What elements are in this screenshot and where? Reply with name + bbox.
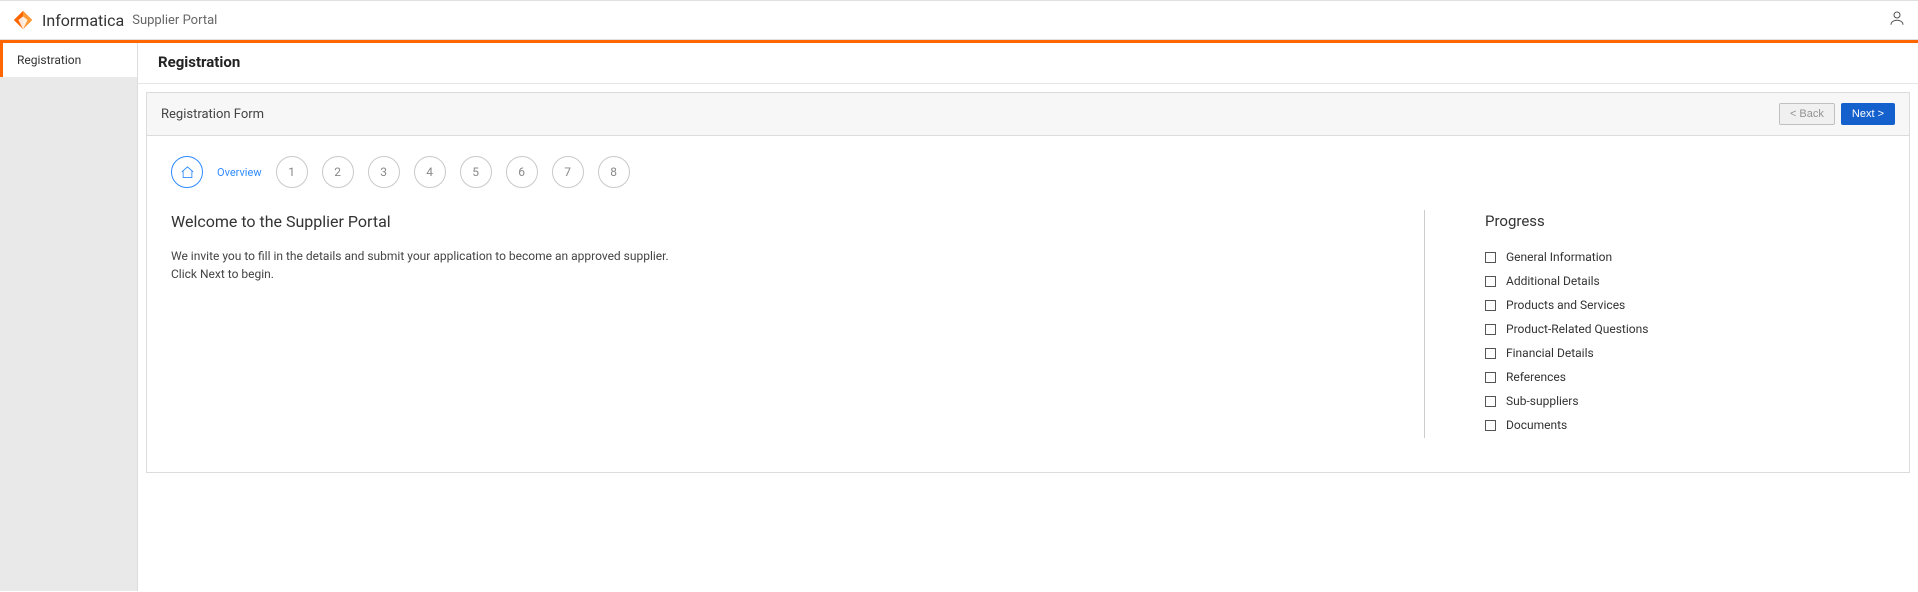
step-6[interactable]: 6	[506, 156, 538, 188]
form-split: Welcome to the Supplier Portal We invite…	[171, 206, 1885, 442]
form-body: Overview 1 2 3 4 5 6 7 8 Welcome to the …	[147, 136, 1909, 472]
step-overview[interactable]	[171, 156, 203, 188]
progress-item-additional-details: Additional Details	[1485, 274, 1885, 288]
brand-name: Informatica	[42, 11, 124, 30]
checkbox-empty-icon	[1485, 276, 1496, 287]
step-3[interactable]: 3	[368, 156, 400, 188]
content-wrap: Registration Form < Back Next >	[138, 84, 1918, 491]
step-7[interactable]: 7	[552, 156, 584, 188]
side-nav: Registration	[0, 43, 138, 591]
welcome-heading: Welcome to the Supplier Portal	[171, 212, 1364, 231]
checkbox-empty-icon	[1485, 420, 1496, 431]
checkbox-empty-icon	[1485, 372, 1496, 383]
progress-item-product-related-questions: Product-Related Questions	[1485, 322, 1885, 336]
top-bar: Informatica Supplier Portal	[0, 0, 1918, 40]
step-2[interactable]: 2	[322, 156, 354, 188]
progress-item-label: Products and Services	[1506, 298, 1625, 312]
welcome-text-1: We invite you to fill in the details and…	[171, 247, 1364, 265]
progress-item-documents: Documents	[1485, 418, 1885, 432]
form-stepper: Overview 1 2 3 4 5 6 7 8	[171, 156, 1885, 188]
step-8[interactable]: 8	[598, 156, 630, 188]
welcome-column: Welcome to the Supplier Portal We invite…	[171, 206, 1384, 442]
user-menu[interactable]	[1888, 9, 1906, 31]
sidebar-item-registration[interactable]: Registration	[0, 43, 137, 77]
step-4[interactable]: 4	[414, 156, 446, 188]
progress-item-label: Product-Related Questions	[1506, 322, 1648, 336]
progress-heading: Progress	[1485, 212, 1885, 230]
progress-item-label: General Information	[1506, 250, 1612, 264]
user-icon	[1888, 9, 1906, 27]
progress-item-label: Financial Details	[1506, 346, 1594, 360]
brand-area: Informatica Supplier Portal	[12, 9, 217, 31]
progress-item-label: Documents	[1506, 418, 1567, 432]
page-title: Registration	[158, 53, 1898, 71]
page-title-row: Registration	[138, 43, 1918, 84]
brand-logo-icon	[12, 9, 34, 31]
checkbox-empty-icon	[1485, 300, 1496, 311]
progress-item-references: References	[1485, 370, 1885, 384]
checkbox-empty-icon	[1485, 324, 1496, 335]
form-header: Registration Form < Back Next >	[147, 93, 1909, 136]
main-area: Registration Registration Form < Back Ne…	[138, 43, 1918, 591]
progress-column: Progress General Information Additional …	[1465, 206, 1885, 442]
welcome-text-2: Click Next to begin.	[171, 265, 1364, 283]
step-overview-label: Overview	[217, 166, 262, 179]
step-1[interactable]: 1	[276, 156, 308, 188]
column-divider	[1424, 210, 1425, 438]
back-button[interactable]: < Back	[1779, 103, 1835, 125]
progress-item-label: Additional Details	[1506, 274, 1600, 288]
checkbox-empty-icon	[1485, 252, 1496, 263]
progress-item-products-services: Products and Services	[1485, 298, 1885, 312]
progress-item-sub-suppliers: Sub-suppliers	[1485, 394, 1885, 408]
checkbox-empty-icon	[1485, 396, 1496, 407]
home-icon	[180, 165, 195, 180]
sidebar-item-label: Registration	[17, 53, 81, 67]
progress-item-label: References	[1506, 370, 1566, 384]
next-button[interactable]: Next >	[1841, 103, 1895, 125]
form-card-title: Registration Form	[161, 107, 264, 122]
app-shell: Registration Registration Registration F…	[0, 43, 1918, 591]
progress-item-label: Sub-suppliers	[1506, 394, 1579, 408]
checkbox-empty-icon	[1485, 348, 1496, 359]
form-nav-buttons: < Back Next >	[1779, 103, 1895, 125]
app-name: Supplier Portal	[132, 13, 217, 28]
progress-item-general-information: General Information	[1485, 250, 1885, 264]
progress-item-financial-details: Financial Details	[1485, 346, 1885, 360]
step-5[interactable]: 5	[460, 156, 492, 188]
registration-form-card: Registration Form < Back Next >	[146, 92, 1910, 473]
